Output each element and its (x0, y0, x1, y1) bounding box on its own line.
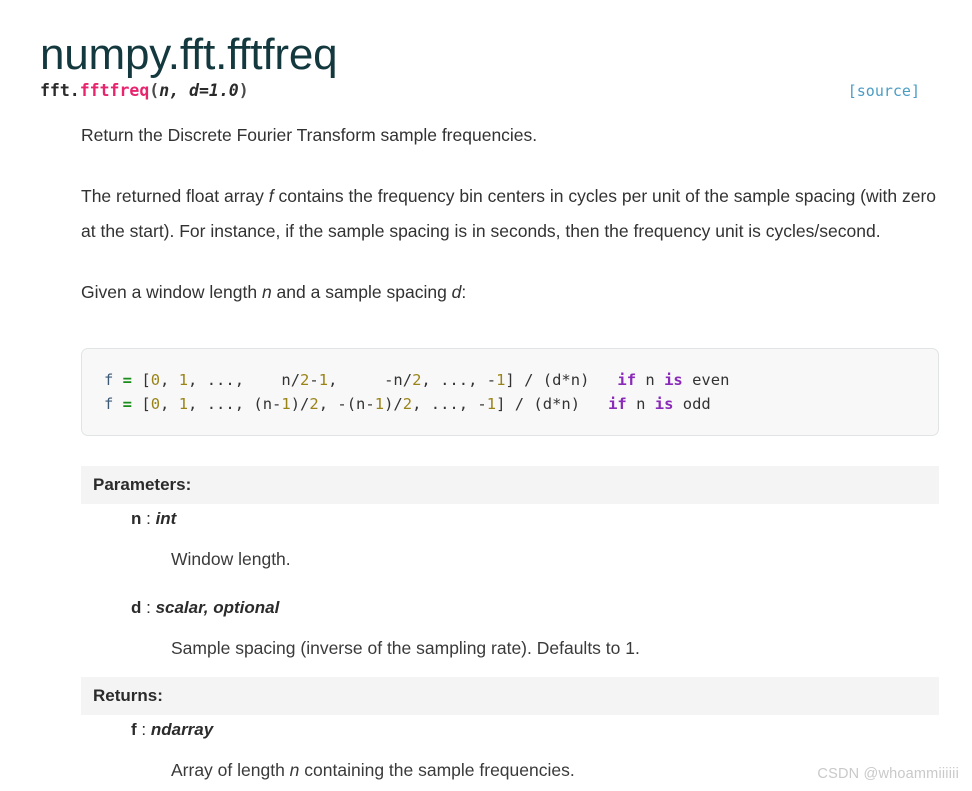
code-token-num: 1 (374, 395, 385, 413)
code-token-name: f (104, 395, 123, 413)
field-description: Array of length n containing the sample … (81, 753, 939, 787)
doc-page: numpy.fft.fftfreq fft.fftfreq(n, d=1.0) … (0, 0, 972, 791)
inline-text: Sample spacing (inverse of the sampling … (171, 638, 640, 658)
code-token-num: 1 (281, 395, 291, 413)
code-content: f = [0, 1, ..., n/2-1, -n/2, ..., -1] / … (104, 368, 938, 416)
code-token-kw: if (608, 395, 627, 413)
field-name: n (131, 509, 142, 528)
field-term: f : ndarray (81, 716, 939, 744)
code-token-num: 1 (486, 395, 497, 413)
code-token-plain: , ..., - (421, 371, 497, 389)
code-token-plain: even (682, 371, 730, 389)
paragraph-summary: Return the Discrete Fourier Transform sa… (81, 118, 941, 153)
code-token-num: 1 (318, 371, 329, 389)
code-token-plain: n (626, 395, 655, 413)
signature-module-prefix: fft. (40, 81, 80, 100)
code-token-kw: is (654, 395, 674, 413)
field-name: d (131, 598, 142, 617)
source-link[interactable]: [source] (848, 78, 920, 104)
code-token-num: 2 (402, 395, 413, 413)
signature-parameters: n, d=1.0 (159, 81, 239, 100)
inline-text: containing the sample frequencies. (299, 760, 575, 780)
paragraph-given: Given a window length n and a sample spa… (81, 275, 941, 310)
code-token-plain: n/ (253, 371, 301, 389)
returns-list: f : ndarray Array of length n containing … (81, 716, 939, 787)
code-token-plain: , (160, 371, 179, 389)
code-token-plain: , (160, 395, 179, 413)
inline-text: Return the Discrete Fourier Transform sa… (81, 125, 538, 145)
field-separator: : (141, 598, 156, 617)
code-token-plain: , -n/ (328, 371, 413, 389)
code-token-plain: , -(n- (318, 395, 375, 413)
code-token-plain: )/ (290, 395, 310, 413)
code-token-kw: if (617, 371, 637, 389)
field-separator: : (136, 720, 151, 739)
parameters-list: n : int Window length. d : scalar, optiona… (81, 505, 939, 665)
inline-text: The returned float array (81, 186, 269, 206)
function-signature: fft.fftfreq(n, d=1.0) (40, 78, 940, 104)
field-type: int (155, 509, 177, 528)
code-token-op: = (122, 371, 142, 389)
field-type: scalar, optional (155, 598, 280, 617)
field-description: Window length. (81, 542, 939, 576)
inline-text: Array of length (171, 760, 290, 780)
code-token-op: = (122, 395, 142, 413)
field-separator: : (141, 509, 156, 528)
code-token-num: 0 (150, 371, 161, 389)
field-term: d : scalar, optional (81, 594, 939, 622)
code-token-plain: [ (141, 395, 151, 413)
returns-heading: Returns: (81, 677, 939, 715)
code-token-plain: , ..., - (412, 395, 487, 413)
csdn-watermark: CSDN @whoammiiiiii (817, 766, 959, 782)
field-item: n : int Window length. (81, 505, 939, 576)
field-term: n : int (81, 505, 939, 533)
inline-text: Window length. (171, 549, 291, 569)
code-token-plain: - (309, 371, 319, 389)
inline-text: : (461, 282, 467, 302)
inline-text: Given a window length (81, 282, 262, 302)
inline-variable: d (451, 282, 462, 302)
page-title: numpy.fft.fftfreq (40, 30, 338, 80)
field-item: f : ndarray Array of length n containing … (81, 716, 939, 787)
inline-variable: n (261, 282, 272, 302)
code-token-plain: , ..., (188, 371, 254, 389)
field-description: Sample spacing (inverse of the sampling … (81, 631, 939, 665)
code-token-kw: is (664, 371, 683, 389)
signature-close-paren: ) (238, 81, 249, 100)
code-token-plain: odd (673, 395, 711, 413)
field-item: d : scalar, optional Sample spacing (inve… (81, 594, 939, 665)
description-body: Return the Discrete Fourier Transform sa… (81, 118, 941, 332)
code-token-plain: [ (141, 371, 151, 389)
code-token-num: 0 (150, 395, 161, 413)
code-token-plain: )/ (384, 395, 403, 413)
code-token-num: 1 (178, 395, 189, 413)
code-token-plain: , ..., (n- (188, 395, 282, 413)
inline-variable: n (289, 760, 300, 780)
field-type: ndarray (150, 720, 214, 739)
inline-text: and a sample spacing (271, 282, 452, 302)
signature-function-name: fftfreq (79, 81, 150, 100)
parameters-heading: Parameters: (81, 466, 939, 504)
code-token-plain: ] / (d*n) (505, 371, 618, 389)
code-token-num: 1 (178, 371, 189, 389)
paragraph-description: The returned float array f contains the … (81, 179, 941, 249)
code-token-name: f (104, 371, 123, 389)
function-signature-row: fft.fftfreq(n, d=1.0) [source] (40, 78, 940, 104)
code-token-plain: ] / (d*n) (496, 395, 609, 413)
code-token-num: 2 (309, 395, 319, 413)
code-token-num: 2 (300, 371, 310, 389)
formula-code-block: f = [0, 1, ..., n/2-1, -n/2, ..., -1] / … (81, 348, 939, 436)
code-token-plain: n (636, 371, 665, 389)
signature-open-paren: ( (149, 81, 160, 100)
